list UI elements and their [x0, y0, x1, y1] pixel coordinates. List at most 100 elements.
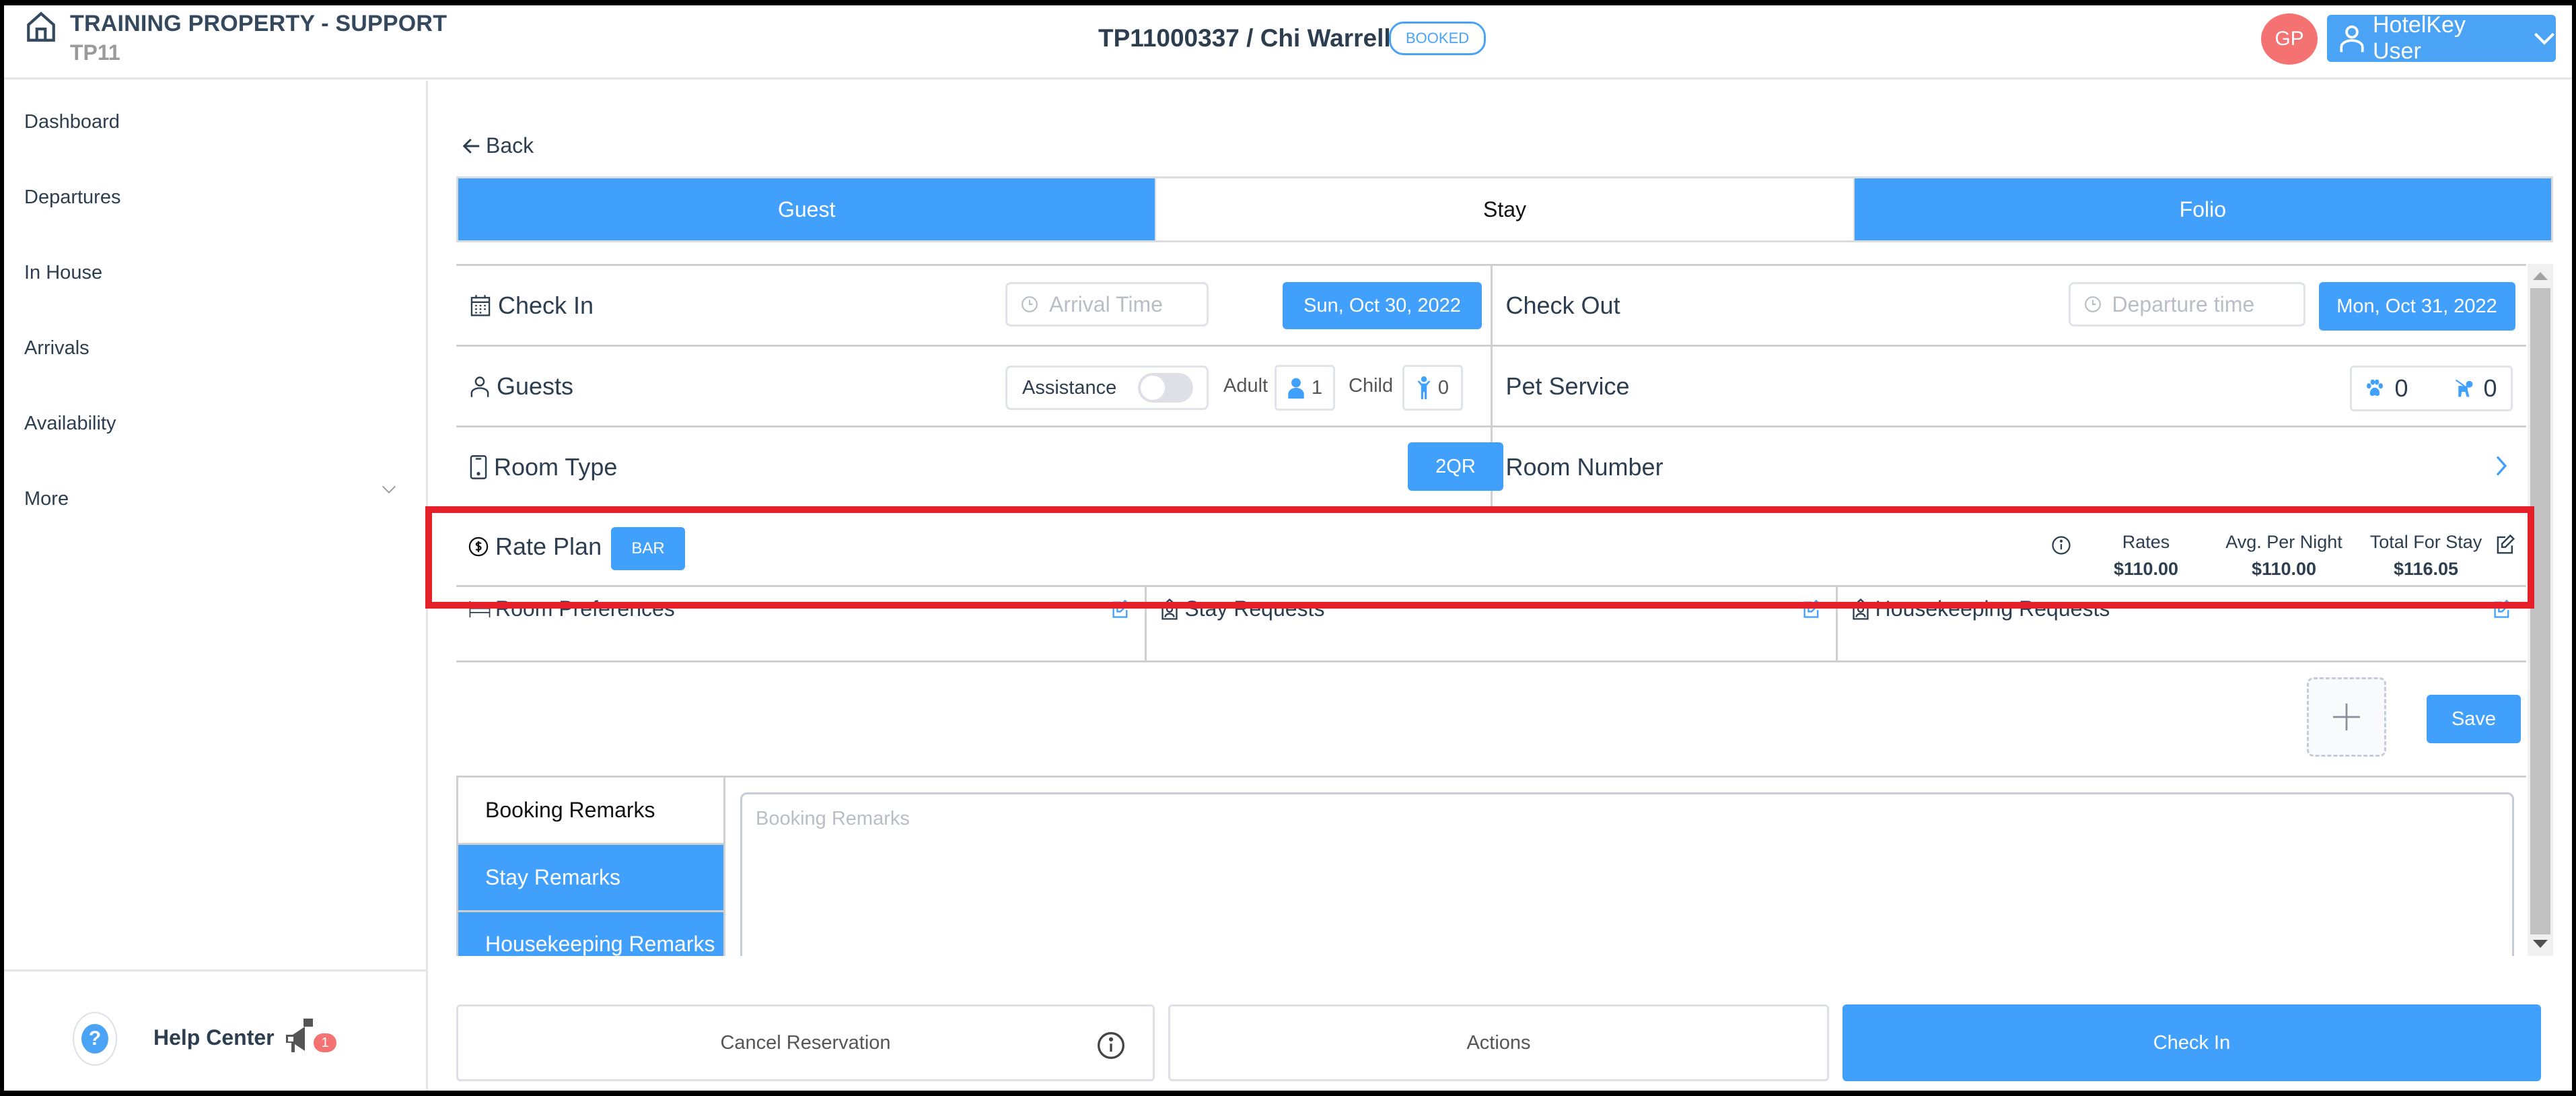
status-badge: BOOKED — [1389, 22, 1487, 55]
help-center-label[interactable]: Help Center — [153, 1025, 275, 1050]
clock-icon — [1022, 296, 1038, 312]
pet-counts-box[interactable]: 0 0 — [2349, 366, 2513, 411]
chevron-right-icon[interactable] — [2495, 454, 2507, 477]
child-count-stepper[interactable]: 0 — [1402, 365, 1463, 411]
rates-label: Rates — [2122, 532, 2170, 552]
save-button[interactable]: Save — [2427, 695, 2521, 743]
house-user-icon — [1160, 598, 1180, 620]
avg-per-night-column: Avg. Per Night $110.00 — [2217, 528, 2351, 582]
user-menu-label: HotelKey User — [2373, 12, 2466, 64]
guests-label: Guests — [497, 372, 574, 400]
tab-housekeeping-remarks[interactable]: Housekeeping Remarks — [458, 912, 723, 956]
rate-plan-title: Rate Plan — [468, 533, 602, 561]
scrollbar[interactable] — [2528, 264, 2553, 956]
sidebar-item-in-house[interactable]: In House — [24, 262, 102, 284]
sidebar-item-availability[interactable]: Availability — [24, 413, 116, 435]
sidebar-item-arrivals[interactable]: Arrivals — [24, 337, 90, 359]
stay-requests-title: Stay Requests — [1159, 596, 1324, 621]
room-type-cell: Room Type 2QR — [456, 427, 1503, 508]
pet-service-title: Pet Service — [1506, 372, 1630, 401]
check-out-date-button[interactable]: Mon, Oct 31, 2022 — [2318, 282, 2515, 331]
actions-button[interactable]: Actions — [1168, 1004, 1829, 1081]
notification-badge: 1 — [314, 1033, 336, 1052]
room-preferences-title: Room Preferences — [468, 596, 675, 621]
remarks-textarea[interactable]: Booking Remarks — [740, 792, 2514, 956]
arrival-time-input[interactable]: Arrival Time — [1005, 282, 1209, 327]
sidebar-item-more[interactable]: More — [24, 488, 69, 510]
edit-icon[interactable] — [1802, 599, 1821, 619]
stay-requests-label: Stay Requests — [1184, 596, 1325, 621]
cancel-reservation-label: Cancel Reservation — [720, 1031, 891, 1054]
info-icon[interactable] — [1096, 1031, 1126, 1060]
scroll-up-arrow[interactable] — [2533, 272, 2548, 280]
dollar-circle-icon — [468, 537, 489, 557]
check-in-button[interactable]: Check In — [1842, 1004, 2541, 1081]
chevron-down-icon[interactable] — [381, 485, 397, 494]
child-icon — [1417, 376, 1431, 399]
requests-row: Room Preferences Stay Requests Housekeep… — [456, 587, 2526, 662]
user-menu-button[interactable]: HotelKey User — [2327, 12, 2556, 64]
sidebar: Dashboard Departures In House Arrivals A… — [4, 81, 428, 1091]
edit-icon[interactable] — [2495, 534, 2515, 555]
adult-icon — [1288, 378, 1304, 399]
pet-service-cell: Pet Service 0 0 — [1493, 347, 2527, 427]
departure-time-input[interactable]: Departure time — [2068, 282, 2305, 327]
room-number-cell[interactable]: Room Number — [1493, 427, 2527, 508]
check-in-title: Check In — [470, 292, 594, 320]
check-in-date-button[interactable]: Sun, Oct 30, 2022 — [1283, 282, 1482, 329]
property-code: TP11 — [70, 40, 120, 65]
tab-booking-remarks[interactable]: Booking Remarks — [458, 778, 723, 845]
add-button[interactable] — [2307, 677, 2386, 757]
child-label: Child — [1349, 375, 1394, 397]
check-out-cell: Check Out Departure time Mon, Oct 31, 20… — [1493, 266, 2527, 347]
dog-walk-icon — [2455, 379, 2472, 397]
guests-cell: Guests Assistance Adult 1 Child 0 — [456, 347, 1493, 427]
megaphone-icon[interactable] — [283, 1019, 316, 1056]
sidebar-footer: ? Help Center 1 — [4, 969, 426, 1091]
user-icon — [2340, 25, 2364, 53]
rate-plan-row: Rate Plan BAR Rates $110.00 Avg. Per Nig… — [456, 506, 2526, 587]
room-type-title: Room Type — [470, 453, 617, 481]
help-center-button[interactable]: ? — [73, 1012, 117, 1066]
rate-plan-code-button[interactable]: BAR — [611, 527, 685, 570]
property-name: TRAINING PROPERTY - SUPPORT — [70, 11, 448, 36]
sidebar-item-departures[interactable]: Departures — [24, 186, 120, 209]
edit-icon[interactable] — [2493, 599, 2511, 619]
scrollbar-thumb[interactable] — [2530, 288, 2550, 934]
stay-details-panel: Check In Arrival Time Sun, Oct 30, 2022 — [456, 264, 2553, 956]
avg-per-night-value: $110.00 — [2251, 559, 2317, 579]
tab-folio[interactable]: Folio — [1854, 178, 2551, 240]
assistance-toggle[interactable] — [1138, 373, 1193, 403]
tab-stay-remarks[interactable]: Stay Remarks — [458, 845, 723, 912]
adult-count: 1 — [1311, 376, 1323, 399]
sidebar-item-dashboard[interactable]: Dashboard — [24, 111, 120, 133]
housekeeping-requests-label: Housekeeping Requests — [1875, 596, 2110, 621]
main-content: Back Guest Stay Folio Check In Arrival T… — [428, 81, 2572, 1091]
back-link[interactable]: Back — [462, 133, 534, 158]
pets-count: 0 — [2394, 374, 2408, 402]
scroll-down-arrow[interactable] — [2533, 940, 2548, 948]
tab-stay[interactable]: Stay — [1155, 178, 1855, 240]
back-label: Back — [486, 133, 534, 158]
home-icon[interactable] — [24, 11, 58, 44]
remarks-section: Booking Remarks Stay Remarks Housekeepin… — [456, 776, 2526, 956]
bed-icon — [469, 601, 491, 617]
room-type-button[interactable]: 2QR — [1408, 442, 1503, 491]
departure-time-placeholder: Departure time — [2112, 292, 2255, 316]
stay-requests-cell: Stay Requests — [1147, 587, 1838, 660]
check-in-cell: Check In Arrival Time Sun, Oct 30, 2022 — [456, 266, 1493, 347]
avatar[interactable]: GP — [2261, 13, 2318, 65]
rates-value: $110.00 — [2113, 559, 2179, 579]
room-number-label: Room Number — [1505, 453, 1663, 481]
rates-column: Rates $110.00 — [2096, 528, 2196, 582]
adult-label: Adult — [1223, 375, 1268, 397]
cancel-reservation-button[interactable]: Cancel Reservation — [456, 1004, 1155, 1081]
tab-guest[interactable]: Guest — [458, 178, 1155, 240]
info-icon[interactable] — [2051, 535, 2071, 555]
edit-icon[interactable] — [1111, 599, 1130, 619]
adult-count-stepper[interactable]: 1 — [1275, 365, 1335, 411]
dates-row: Check In Arrival Time Sun, Oct 30, 2022 — [456, 264, 2526, 347]
room-number-title: Room Number — [1506, 453, 1663, 481]
assistance-toggle-box: Assistance — [1005, 366, 1209, 410]
pet-service-label: Pet Service — [1505, 372, 1630, 400]
